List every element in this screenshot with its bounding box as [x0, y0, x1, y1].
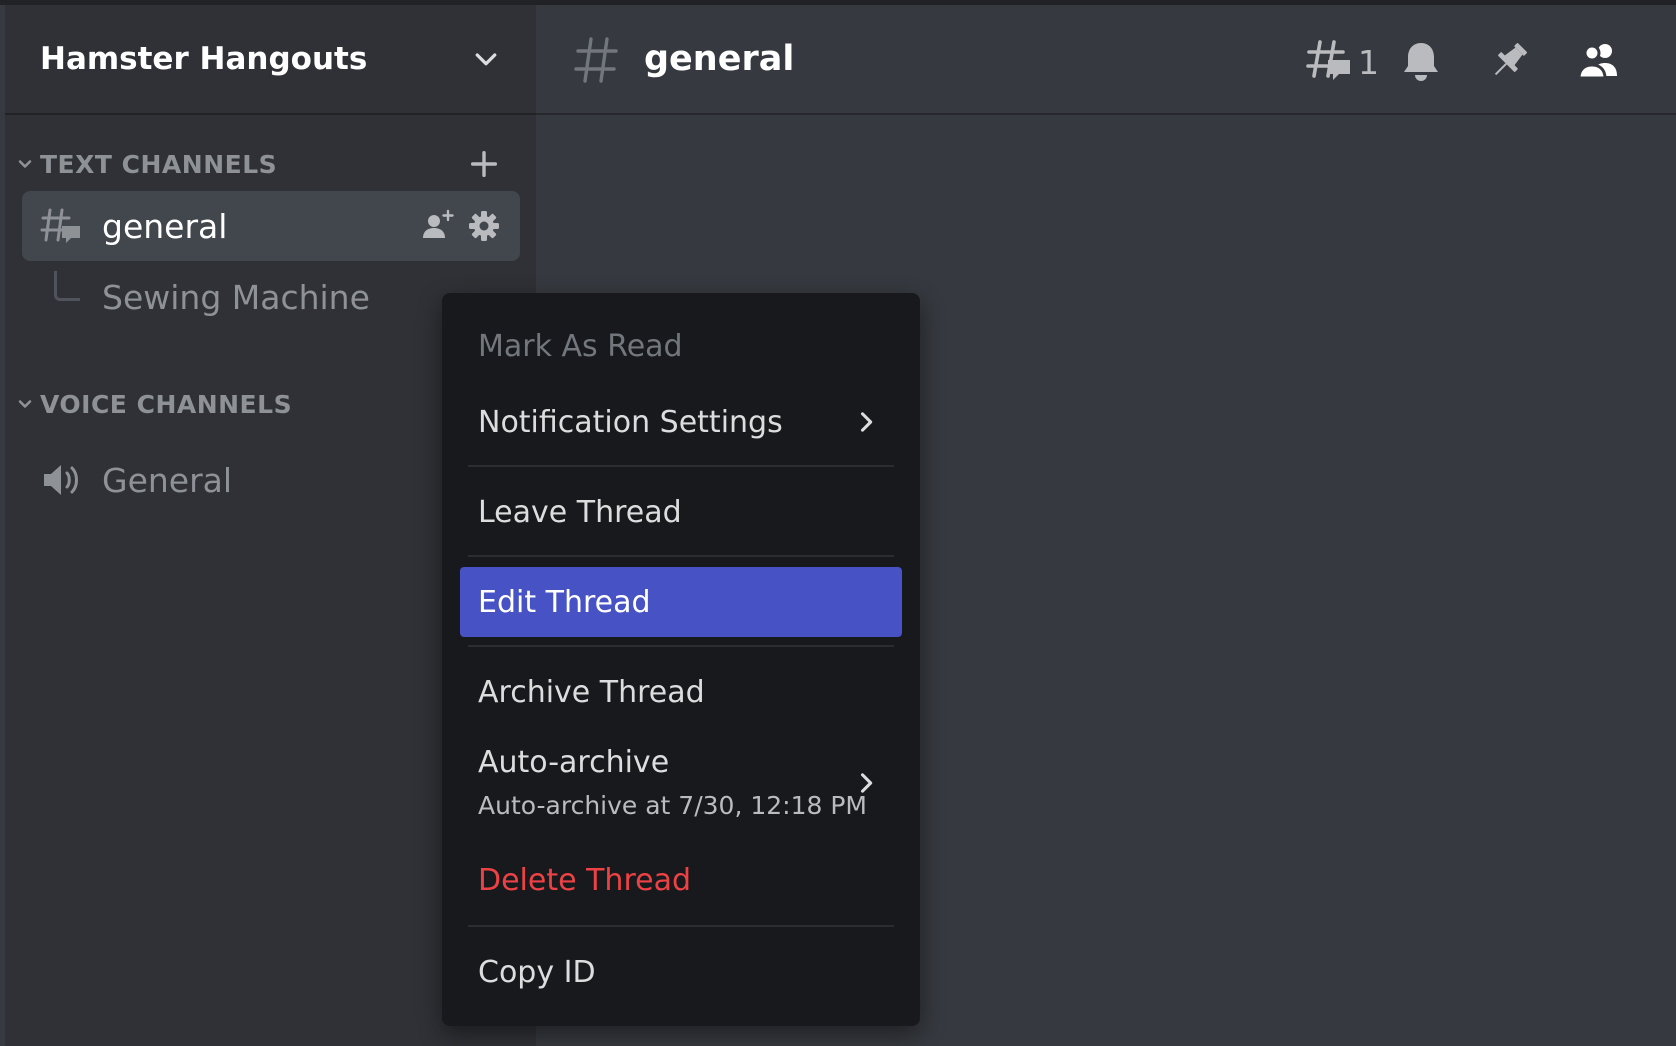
thread-name: Sewing Machine [102, 277, 370, 317]
chevron-down-icon[interactable] [471, 45, 501, 75]
thread-context-menu: Mark As Read Notification Settings Leave… [442, 293, 920, 1026]
menu-item-leave-thread[interactable]: Leave Thread [460, 477, 902, 547]
bell-icon[interactable] [1398, 38, 1444, 84]
pin-icon[interactable] [1486, 38, 1532, 84]
menu-separator [468, 645, 894, 647]
collapse-arrow-icon [18, 400, 32, 408]
menu-item-label: Edit Thread [478, 584, 651, 620]
invite-user-icon[interactable] [420, 208, 456, 244]
menu-item-copy-id[interactable]: Copy ID [460, 937, 902, 1007]
auto-archive-subtext: Auto-archive at 7/30, 12:18 PM [478, 791, 867, 820]
thread-spine-line [54, 271, 80, 301]
menu-item-delete-thread[interactable]: Delete Thread [460, 845, 902, 915]
channel-name: general [102, 206, 228, 246]
category-text-channels[interactable]: TEXT CHANNELS [5, 144, 536, 184]
chevron-right-icon [860, 412, 873, 432]
server-name: Hamster Hangouts [40, 41, 368, 77]
server-header[interactable]: Hamster Hangouts [5, 5, 536, 115]
create-channel-plus-icon[interactable] [467, 147, 501, 181]
menu-item-label: Notification Settings [478, 404, 783, 440]
channel-header: general 1 [536, 5, 1676, 115]
threads-hash-icon [40, 208, 80, 243]
speaker-icon [44, 465, 78, 495]
thread-sewing-machine[interactable]: Sewing Machine [22, 267, 442, 327]
threads-icon[interactable] [1306, 38, 1352, 84]
menu-item-label: Delete Thread [478, 862, 692, 898]
menu-separator [468, 925, 894, 927]
menu-separator [468, 555, 894, 557]
menu-item-label: Mark As Read [478, 328, 683, 364]
chevron-right-icon [860, 773, 873, 793]
collapse-arrow-icon [18, 160, 32, 168]
menu-item-label: Copy ID [478, 954, 596, 990]
menu-separator [468, 465, 894, 467]
member-list-icon[interactable] [1576, 38, 1622, 84]
channel-name: General [102, 460, 233, 500]
menu-item-mark-as-read[interactable]: Mark As Read [460, 311, 902, 381]
category-label: VOICE CHANNELS [40, 389, 293, 419]
channel-general[interactable]: general [22, 191, 520, 261]
menu-item-auto-archive[interactable]: Auto-archive Auto-archive at 7/30, 12:18… [460, 733, 902, 833]
menu-item-label: Auto-archive [478, 745, 670, 780]
menu-item-edit-thread[interactable]: Edit Thread [460, 567, 902, 637]
menu-item-label: Leave Thread [478, 494, 682, 530]
discord-app: Hamster Hangouts TEXT CHANNELS general S… [0, 0, 1676, 1046]
menu-item-notification-settings[interactable]: Notification Settings [460, 387, 902, 457]
thread-count: 1 [1358, 43, 1379, 82]
category-label: TEXT CHANNELS [40, 149, 278, 179]
gear-icon[interactable] [466, 208, 502, 244]
menu-item-label: Archive Thread [478, 674, 705, 710]
menu-item-archive-thread[interactable]: Archive Thread [460, 657, 902, 727]
